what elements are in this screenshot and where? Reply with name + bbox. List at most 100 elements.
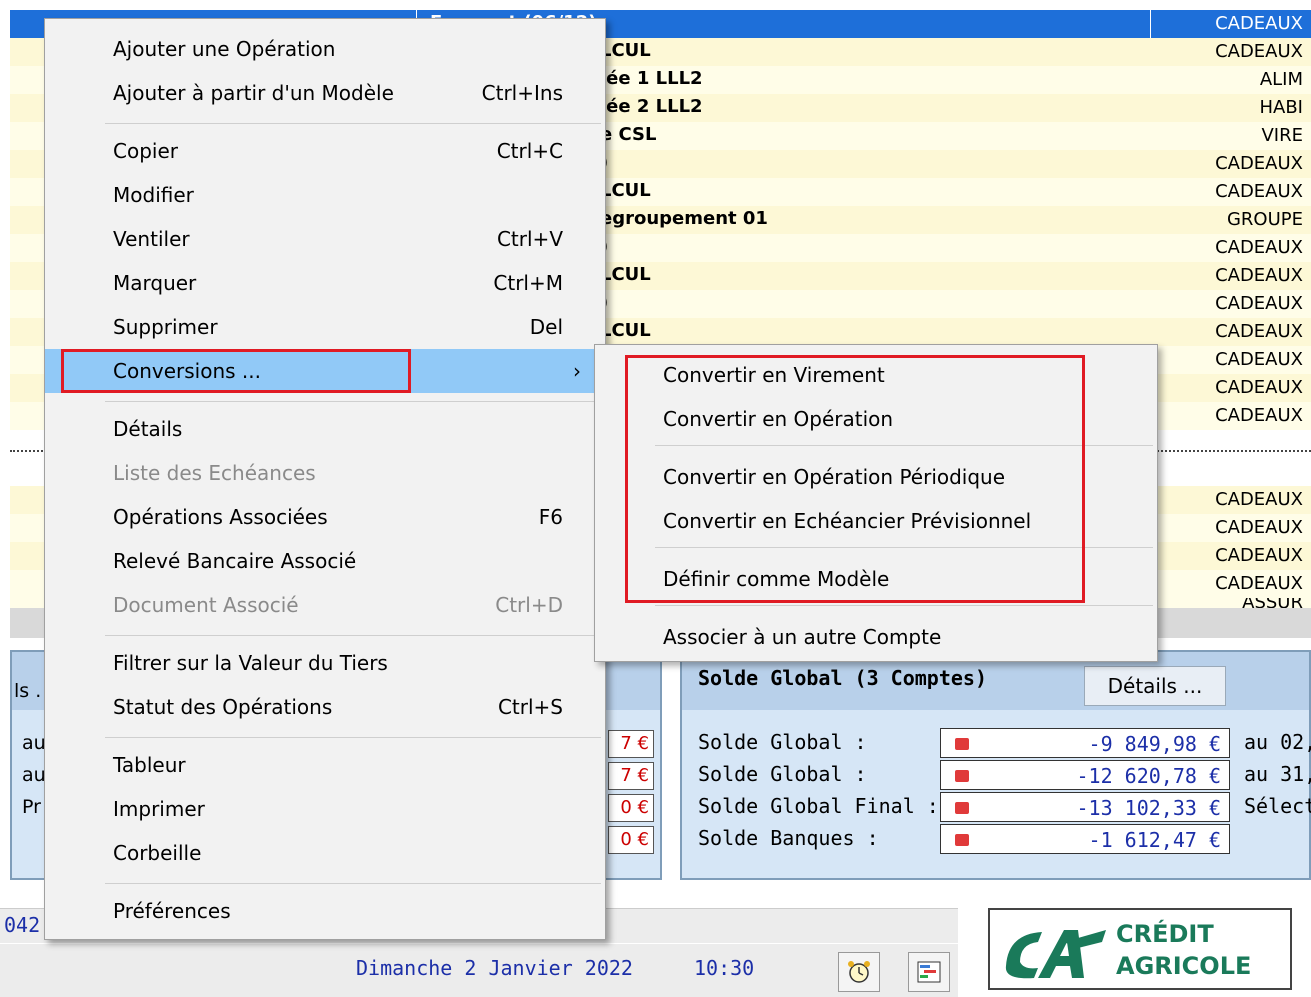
menu-item-shortcut: Ctrl+S [497, 695, 563, 719]
menu-item-shortcut: F6 [538, 505, 563, 529]
menu-item-tableur[interactable]: Tableur [45, 743, 605, 787]
planning-icon [917, 961, 941, 983]
row-label: lée 1 LLL2 [600, 68, 703, 89]
amount-field: 0 € [608, 826, 654, 854]
menu-item-label: Détails [113, 417, 183, 441]
menu-item-operations-associees[interactable]: Opérations Associées F6 [45, 495, 605, 539]
row-category: CADEAUX [1215, 321, 1303, 342]
solde-value-field: -1 612,47 € [940, 824, 1230, 854]
menu-item-imprimer[interactable]: Imprimer [45, 787, 605, 831]
row-category: CADEAUX [1215, 545, 1303, 566]
row-category: CADEAUX [1215, 377, 1303, 398]
row-category: ASSUR [1242, 598, 1303, 608]
row-label: LCUL [600, 264, 651, 285]
menu-item-ajouter-operation[interactable]: Ajouter une Opération [45, 27, 605, 71]
row-category: CADEAUX [1215, 489, 1303, 510]
row-category: GROUPE [1226, 209, 1303, 230]
alarm-clock-button[interactable] [838, 952, 880, 992]
row-category: CADEAUX [1215, 41, 1303, 62]
submenu-item-associer-compte[interactable]: Associer à un autre Compte [595, 613, 1157, 657]
menu-separator [105, 883, 601, 884]
status-flag-icon [955, 834, 969, 846]
solde-global-panel: Solde Global (3 Comptes) Détails ... Sol… [680, 650, 1311, 880]
menu-item-supprimer[interactable]: Supprimer Del [45, 305, 605, 349]
highlight-box [61, 349, 411, 393]
solde-value: -13 102,33 € [1076, 796, 1222, 820]
menu-item-label: Relevé Bancaire Associé [113, 549, 357, 573]
menu-item-corbeille[interactable]: Corbeille [45, 831, 605, 875]
bank-name-line1: CRÉDIT [1116, 920, 1214, 948]
solde-value: -1 612,47 € [1088, 828, 1221, 852]
status-flag-icon [955, 770, 969, 782]
menu-item-releve-bancaire[interactable]: Relevé Bancaire Associé [45, 539, 605, 583]
menu-item-marquer[interactable]: Marquer Ctrl+M [45, 261, 605, 305]
menu-item-modifier[interactable]: Modifier [45, 173, 605, 217]
menu-item-document-associe: Document Associé Ctrl+D [45, 583, 605, 627]
menu-item-shortcut: Del [529, 315, 563, 339]
row-label: au [22, 764, 46, 786]
bank-logo-icon [1005, 930, 1106, 979]
row-category: CADEAUX [1215, 181, 1303, 202]
row-label: Pr [22, 796, 41, 818]
solde-label: Solde Banques : [698, 826, 879, 850]
row-category: CADEAUX [1215, 13, 1303, 34]
solde-value-field: -12 620,78 € [940, 760, 1230, 790]
row-category: CADEAUX [1215, 265, 1303, 286]
menu-item-label: Document Associé [113, 593, 299, 617]
menu-item-label: Ajouter à partir d'un Modèle [113, 81, 394, 105]
solde-value-field: -9 849,98 € [940, 728, 1230, 758]
conversions-submenu: Convertir en Virement Convertir en Opéra… [594, 344, 1158, 662]
row-label: LCUL [600, 40, 651, 61]
bank-name-line2: AGRICOLE [1116, 952, 1252, 980]
amount-field: 0 € [608, 794, 654, 822]
menu-item-label: Modifier [113, 183, 194, 207]
menu-item-ventiler[interactable]: Ventiler Ctrl+V [45, 217, 605, 261]
panel-title: ls . [14, 680, 42, 702]
row-category: VIRE [1261, 125, 1303, 146]
row-label: LCUL [600, 180, 651, 201]
status-bar-bottom: Dimanche 2 Janvier 2022 10:30 [0, 944, 958, 997]
row-category: CADEAUX [1215, 349, 1303, 370]
solde-selection: Sélect [1244, 794, 1311, 818]
menu-separator [105, 401, 601, 402]
account-number: 042 [4, 913, 41, 937]
row-category: HABI [1259, 97, 1303, 118]
amount-field: 7 € [608, 730, 654, 758]
menu-item-copier[interactable]: Copier Ctrl+C [45, 129, 605, 173]
solde-title: Solde Global (3 Comptes) [698, 666, 987, 690]
menu-item-label: Tableur [113, 753, 186, 777]
row-category: ALIM [1259, 69, 1303, 90]
solde-label: Solde Global : [698, 730, 867, 754]
details-button[interactable]: Détails ... [1084, 666, 1226, 706]
menu-item-ajouter-modele[interactable]: Ajouter à partir d'un Modèle Ctrl+Ins [45, 71, 605, 115]
menu-item-liste-echeances: Liste des Echéances [45, 451, 605, 495]
solde-value-field: -13 102,33 € [940, 792, 1230, 822]
row-category: CADEAUX [1215, 293, 1303, 314]
amount-field: 7 € [608, 762, 654, 790]
solde-date: au 02, [1244, 730, 1311, 754]
current-date: Dimanche 2 Janvier 2022 [356, 956, 633, 980]
menu-item-label: Liste des Echéances [113, 461, 316, 485]
menu-item-label: Préférences [113, 899, 231, 923]
row-category: CADEAUX [1215, 573, 1303, 594]
menu-item-filtrer-tiers[interactable]: Filtrer sur la Valeur du Tiers [45, 641, 605, 685]
menu-item-label: Ajouter une Opération [113, 37, 336, 61]
row-label: egroupement 01 [600, 208, 768, 229]
menu-item-label: Filtrer sur la Valeur du Tiers [113, 651, 388, 675]
menu-item-preferences[interactable]: Préférences [45, 889, 605, 933]
menu-item-label: Marquer [113, 271, 197, 295]
menu-item-label: Copier [113, 139, 178, 163]
context-menu: Ajouter une Opération Ajouter à partir d… [44, 18, 606, 940]
row-category: CADEAUX [1215, 517, 1303, 538]
solde-label: Solde Global Final : [698, 794, 939, 818]
bank-logo: CRÉDIT AGRICOLE [988, 908, 1292, 990]
status-flag-icon [955, 738, 969, 750]
row-category: CADEAUX [1215, 405, 1303, 426]
planning-button[interactable] [908, 952, 950, 992]
menu-item-details[interactable]: Détails [45, 407, 605, 451]
submenu-item-label: Associer à un autre Compte [663, 625, 942, 649]
menu-item-statut-operations[interactable]: Statut des Opérations Ctrl+S [45, 685, 605, 729]
menu-separator [105, 635, 601, 636]
row-label: LCUL [600, 320, 651, 341]
solde-label: Solde Global : [698, 762, 867, 786]
